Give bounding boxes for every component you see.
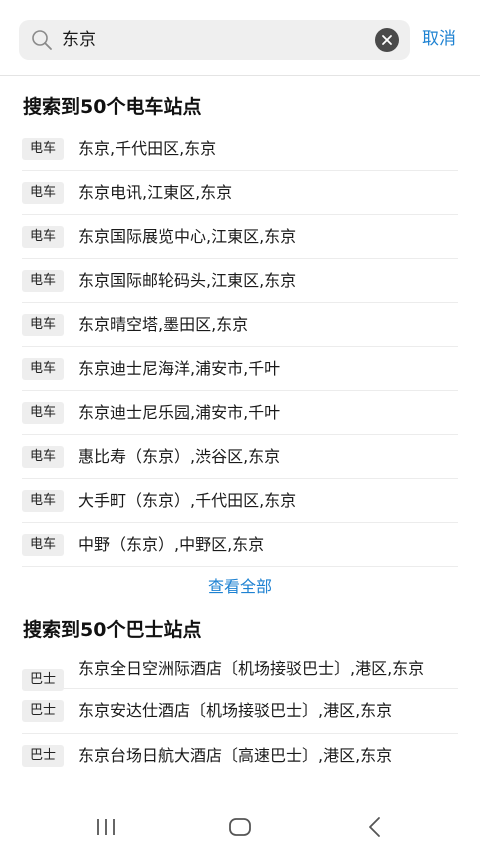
- station-name: 东京全日空洲际酒店〔机场接驳巴士〕,港区,东京: [78, 659, 425, 678]
- search-input[interactable]: 东京: [62, 29, 96, 51]
- cancel-button[interactable]: 取消: [422, 28, 456, 50]
- search-icon: [32, 30, 52, 50]
- train-station-item[interactable]: 电车 东京晴空塔,墨田区,东京: [22, 303, 458, 347]
- station-name: 东京晴空塔,墨田区,东京: [78, 315, 249, 334]
- train-section-title: 搜索到50个电车站点: [23, 96, 202, 118]
- bus-station-item[interactable]: 巴士 东京台场日航大酒店〔高速巴士〕,港区,东京: [22, 734, 458, 778]
- train-tag: 电车: [22, 490, 64, 512]
- station-name: 东京迪士尼海洋,浦安市,千叶: [78, 359, 281, 378]
- station-name: 大手町（东京）,千代田区,东京: [78, 491, 297, 510]
- station-name: 东京电讯,江東区,东京: [78, 183, 233, 202]
- station-name: 中野（东京）,中野区,东京: [78, 535, 265, 554]
- train-station-item[interactable]: 电车 大手町（东京）,千代田区,东京: [22, 479, 458, 523]
- bus-station-item[interactable]: 巴士 东京全日空洲际酒店〔机场接驳巴士〕,港区,东京: [22, 652, 458, 691]
- train-tag: 电车: [22, 402, 64, 424]
- train-tag: 电车: [22, 182, 64, 204]
- train-station-list: 电车 东京,千代田区,东京 电车 东京电讯,江東区,东京 电车 东京国际展览中心…: [0, 127, 480, 567]
- home-icon[interactable]: [227, 814, 253, 840]
- train-station-item[interactable]: 电车 惠比寿（东京）,渋谷区,东京: [22, 435, 458, 479]
- train-station-item[interactable]: 电车 中野（东京）,中野区,东京: [22, 523, 458, 567]
- train-station-item[interactable]: 电车 东京电讯,江東区,东京: [22, 171, 458, 215]
- train-station-item[interactable]: 电车 东京迪士尼海洋,浦安市,千叶: [22, 347, 458, 391]
- system-nav-bar: [0, 800, 480, 853]
- view-all-button[interactable]: 查看全部: [0, 576, 480, 598]
- bus-section-title: 搜索到50个巴士站点: [23, 619, 202, 641]
- train-tag: 电车: [22, 270, 64, 292]
- back-icon[interactable]: [362, 814, 388, 840]
- train-tag: 电车: [22, 314, 64, 336]
- bus-station-list: 巴士 东京全日空洲际酒店〔机场接驳巴士〕,港区,东京 巴士 东京安达仕酒店〔机场…: [0, 652, 480, 778]
- clear-search-button[interactable]: [375, 28, 399, 52]
- train-tag: 电车: [22, 226, 64, 248]
- recent-apps-icon[interactable]: [93, 814, 119, 840]
- train-station-item[interactable]: 电车 东京国际邮轮码头,江東区,东京: [22, 259, 458, 303]
- clear-icon: [382, 35, 392, 45]
- train-station-item[interactable]: 电车 东京国际展览中心,江東区,东京: [22, 215, 458, 259]
- station-name: 东京台场日航大酒店〔高速巴士〕,港区,东京: [78, 746, 393, 765]
- station-name: 东京安达仕酒店〔机场接驳巴士〕,港区,东京: [78, 701, 393, 720]
- bus-tag: 巴士: [22, 745, 64, 767]
- search-box[interactable]: 东京: [19, 20, 410, 60]
- bus-tag: 巴士: [22, 700, 64, 722]
- bus-station-item[interactable]: 巴士 东京安达仕酒店〔机场接驳巴士〕,港区,东京: [22, 689, 458, 734]
- bus-tag: 巴士: [22, 669, 64, 691]
- search-header: 东京 取消: [0, 0, 480, 76]
- train-tag: 电车: [22, 534, 64, 556]
- train-station-item[interactable]: 电车 东京迪士尼乐园,浦安市,千叶: [22, 391, 458, 435]
- train-tag: 电车: [22, 358, 64, 380]
- train-tag: 电车: [22, 138, 64, 160]
- station-name: 东京,千代田区,东京: [78, 139, 217, 158]
- station-name: 惠比寿（东京）,渋谷区,东京: [78, 447, 281, 466]
- train-station-item[interactable]: 电车 东京,千代田区,东京: [22, 127, 458, 171]
- train-tag: 电车: [22, 446, 64, 468]
- station-name: 东京迪士尼乐园,浦安市,千叶: [78, 403, 281, 422]
- station-name: 东京国际邮轮码头,江東区,东京: [78, 271, 297, 290]
- station-name: 东京国际展览中心,江東区,东京: [78, 227, 297, 246]
